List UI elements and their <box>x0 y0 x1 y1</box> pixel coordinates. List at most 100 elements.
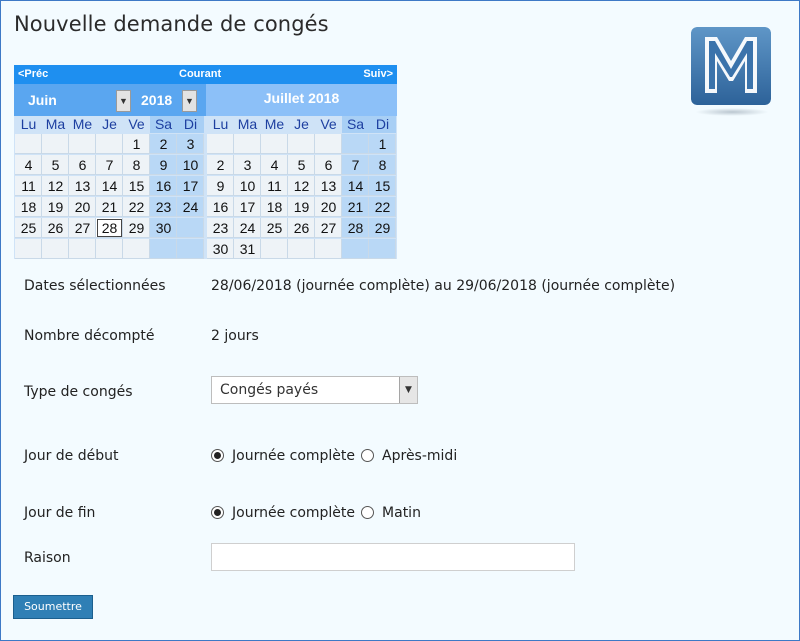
calendar-day[interactable]: 28 <box>342 218 369 238</box>
calendar-day[interactable]: 10 <box>177 155 204 175</box>
calendar-day[interactable]: 24 <box>234 218 261 238</box>
calendar-day[interactable]: 16 <box>207 197 234 217</box>
calendar-day[interactable]: 26 <box>288 218 315 238</box>
weekday-header: Sa <box>150 116 177 133</box>
calendar-day[interactable]: 27 <box>315 218 342 238</box>
calendar-day[interactable]: 21 <box>96 197 123 217</box>
calendar-day[interactable]: 18 <box>261 197 288 217</box>
calendar-day[interactable]: 30 <box>150 218 177 238</box>
calendar-empty-cell <box>150 239 177 259</box>
calendar-day[interactable]: 7 <box>342 155 369 175</box>
end-morning-label: Matin <box>382 505 421 521</box>
weekday-header: Ma <box>42 116 69 133</box>
calendar-day[interactable]: 5 <box>42 155 69 175</box>
calendar-day[interactable]: 8 <box>369 155 396 175</box>
calendar-day[interactable]: 12 <box>42 176 69 196</box>
calendar-day[interactable]: 21 <box>342 197 369 217</box>
calendar-day[interactable]: 29 <box>369 218 396 238</box>
calendar-day[interactable]: 1 <box>369 134 396 154</box>
calendar-day[interactable]: 16 <box>150 176 177 196</box>
calendar-day[interactable]: 25 <box>261 218 288 238</box>
submit-button[interactable]: Soumettre <box>13 595 93 619</box>
calendar-day[interactable]: 6 <box>69 155 96 175</box>
calendar-day[interactable]: 3 <box>234 155 261 175</box>
calendar-day[interactable]: 1 <box>123 134 150 154</box>
calendar-day[interactable]: 19 <box>288 197 315 217</box>
calendar-day[interactable]: 18 <box>15 197 42 217</box>
calendar-day[interactable]: 12 <box>288 176 315 196</box>
calendar-day[interactable]: 17 <box>177 176 204 196</box>
calendar-day[interactable]: 13 <box>315 176 342 196</box>
leave-type-select[interactable]: Congés payés ▼ <box>211 376 418 404</box>
reason-input[interactable] <box>211 543 575 571</box>
calendar-empty-cell <box>261 134 288 154</box>
weekday-header: Je <box>288 116 315 133</box>
calendar-day[interactable]: 6 <box>315 155 342 175</box>
calendar-empty-cell <box>315 239 342 259</box>
calendar-day[interactable]: 14 <box>96 176 123 196</box>
calendar-day[interactable]: 4 <box>15 155 42 175</box>
calendar-day[interactable]: 2 <box>150 134 177 154</box>
calendar-empty-cell <box>96 239 123 259</box>
calendar-day[interactable]: 5 <box>288 155 315 175</box>
calendar-month-june: Juin ▼ 2018 ▼ Lu Ma Me Je Ve Sa Di 1 2 3 4 5 6 7 8 9 10 1… <box>14 84 206 259</box>
calendar-day[interactable]: 10 <box>234 176 261 196</box>
calendar-day[interactable]: 20 <box>69 197 96 217</box>
calendar-day[interactable]: 22 <box>369 197 396 217</box>
calendar-day[interactable]: 24 <box>177 197 204 217</box>
calendar-day[interactable]: 9 <box>150 155 177 175</box>
dates-label: Dates sélectionnées <box>24 278 166 294</box>
calendar-day[interactable]: 11 <box>15 176 42 196</box>
month-select[interactable]: Juin ▼ <box>14 90 131 112</box>
calendar-day[interactable]: 9 <box>207 176 234 196</box>
calendar-day[interactable]: 19 <box>42 197 69 217</box>
next-month-button[interactable]: Suiv> <box>363 68 393 80</box>
weekday-header: Lu <box>15 116 42 133</box>
calendar-day[interactable]: 15 <box>369 176 396 196</box>
count-value: 2 jours <box>211 328 259 344</box>
weekday-header: Me <box>261 116 288 133</box>
calendar-day[interactable]: 4 <box>261 155 288 175</box>
calendar-day[interactable]: 17 <box>234 197 261 217</box>
calendar-day[interactable]: 7 <box>96 155 123 175</box>
m-logo-icon <box>691 27 771 105</box>
start-day-label: Jour de début <box>24 448 119 464</box>
calendar-day[interactable]: 23 <box>207 218 234 238</box>
current-month-button[interactable]: Courant <box>179 68 221 80</box>
weekday-header: Ve <box>123 116 150 133</box>
end-full-day-radio[interactable] <box>211 506 224 519</box>
chevron-down-icon: ▼ <box>182 90 197 112</box>
calendar-day[interactable]: 2 <box>207 155 234 175</box>
calendar-day[interactable]: 20 <box>315 197 342 217</box>
calendar-day[interactable]: 22 <box>123 197 150 217</box>
end-day-options: Journée complète Matin <box>211 505 427 521</box>
calendar-day[interactable]: 15 <box>123 176 150 196</box>
calendar-empty-cell <box>234 134 261 154</box>
end-day-label: Jour de fin <box>24 505 96 521</box>
calendar-empty-cell <box>342 239 369 259</box>
start-afternoon-radio[interactable] <box>361 449 375 462</box>
calendar-day[interactable]: 14 <box>342 176 369 196</box>
calendar-day[interactable]: 11 <box>261 176 288 196</box>
calendar-day[interactable]: 30 <box>207 239 234 259</box>
weekday-header: Di <box>177 116 204 133</box>
calendar-day[interactable]: 8 <box>123 155 150 175</box>
end-morning-radio[interactable] <box>361 506 375 519</box>
datepicker-nav: <Préc Courant Suiv> <box>14 65 397 84</box>
datepicker: <Préc Courant Suiv> Juin ▼ 2018 ▼ Lu Ma Me… <box>14 65 397 259</box>
calendar-day[interactable]: 28 <box>96 218 123 238</box>
calendar-day[interactable]: 13 <box>69 176 96 196</box>
calendar-day[interactable]: 27 <box>69 218 96 238</box>
calendar-day[interactable]: 29 <box>123 218 150 238</box>
calendar-empty-cell <box>15 134 42 154</box>
logo-shadow <box>695 108 769 116</box>
calendar-day[interactable]: 23 <box>150 197 177 217</box>
calendar-day[interactable]: 25 <box>15 218 42 238</box>
start-full-day-radio[interactable] <box>211 449 224 462</box>
prev-month-button[interactable]: <Préc <box>18 68 48 80</box>
year-select[interactable]: 2018 ▼ <box>133 90 197 112</box>
calendar-empty-cell <box>123 239 150 259</box>
calendar-day[interactable]: 31 <box>234 239 261 259</box>
calendar-day[interactable]: 26 <box>42 218 69 238</box>
calendar-day[interactable]: 3 <box>177 134 204 154</box>
